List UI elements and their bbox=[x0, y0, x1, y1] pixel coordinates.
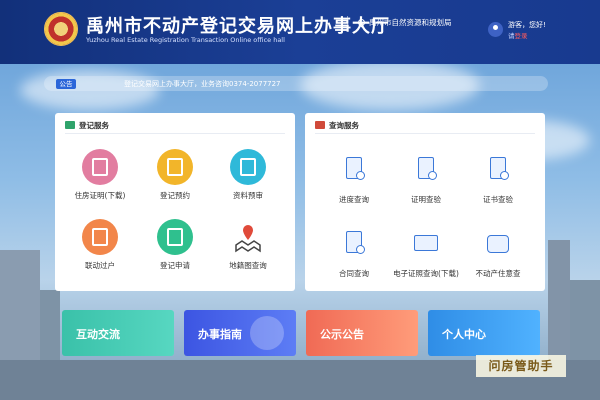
query-property[interactable]: 不动产住意查 bbox=[463, 227, 533, 279]
query-label: 合同查询 bbox=[339, 269, 369, 278]
card-interaction[interactable]: 互动交流 bbox=[62, 310, 174, 356]
location-text: 禹州市自然资源和规划局 bbox=[369, 18, 452, 27]
service-linked-transfer[interactable]: 联动过户 bbox=[65, 219, 135, 271]
location-pin-icon bbox=[356, 17, 367, 28]
service-label: 登记预约 bbox=[160, 191, 190, 200]
query-certificate-check[interactable]: 证书查验 bbox=[463, 153, 533, 205]
e-license-icon bbox=[408, 227, 444, 263]
card-personal-center[interactable]: 个人中心 bbox=[428, 310, 540, 356]
card-label: 互动交流 bbox=[76, 328, 120, 341]
query-heading: 查询服务 bbox=[315, 120, 359, 131]
site-subtitle: Yuzhou Real Estate Registration Transact… bbox=[86, 36, 285, 44]
card-announcement[interactable]: 公示公告 bbox=[306, 310, 418, 356]
service-application[interactable]: 登记申请 bbox=[140, 219, 210, 271]
login-prompt: 请登录 bbox=[508, 30, 528, 40]
certificate-check-icon bbox=[480, 153, 516, 189]
notice-badge: 公告 bbox=[56, 79, 76, 89]
registration-panel: 登记服务 住房证明(下载) 登记预约 资料预审 联动过户 登记申请 地籍图查询 bbox=[55, 113, 295, 291]
service-label: 地籍图查询 bbox=[229, 261, 267, 270]
service-label: 资料预审 bbox=[233, 191, 263, 200]
calendar-icon bbox=[157, 149, 193, 185]
person-illustration-icon bbox=[250, 316, 284, 350]
header-divider bbox=[347, 16, 348, 30]
greeting-text: 游客，您好! bbox=[508, 21, 546, 29]
flag-icon bbox=[65, 121, 75, 129]
house-certificate-icon bbox=[82, 149, 118, 185]
login-link[interactable]: 登录 bbox=[515, 32, 528, 40]
query-progress[interactable]: 进度查询 bbox=[319, 153, 389, 205]
contract-icon bbox=[336, 227, 372, 263]
site-header: 禹州市不动产登记交易网上办事大厅 Yuzhou Real Estate Regi… bbox=[0, 0, 600, 64]
query-e-license[interactable]: 电子证照查询(下载) bbox=[391, 227, 461, 279]
registration-heading: 登记服务 bbox=[65, 120, 109, 131]
service-label: 住房证明(下载) bbox=[74, 191, 126, 200]
application-icon bbox=[157, 219, 193, 255]
emblem-logo bbox=[44, 12, 78, 46]
notice-bar: 公告 登记交易网上办事大厅，业务咨询0374-2077727 bbox=[44, 76, 548, 91]
divider bbox=[65, 133, 285, 134]
watermark: 问房管助手 bbox=[476, 355, 566, 377]
service-house-certificate[interactable]: 住房证明(下载) bbox=[65, 149, 135, 201]
query-proof-check[interactable]: 证明查验 bbox=[391, 153, 461, 205]
service-label: 登记申请 bbox=[160, 261, 190, 270]
card-label: 公示公告 bbox=[320, 328, 364, 341]
notice-text[interactable]: 登记交易网上办事大厅，业务咨询0374-2077727 bbox=[124, 79, 281, 89]
card-label: 办事指南 bbox=[198, 328, 242, 341]
proof-check-icon bbox=[408, 153, 444, 189]
site-title: 禹州市不动产登记交易网上办事大厅 bbox=[86, 16, 390, 37]
document-review-icon bbox=[230, 149, 266, 185]
query-label: 证明查验 bbox=[411, 195, 441, 204]
property-icon bbox=[480, 227, 516, 263]
map-pin-icon bbox=[230, 219, 266, 255]
divider bbox=[315, 133, 535, 134]
location-label: 禹州市自然资源和规划局 bbox=[356, 17, 452, 28]
query-panel: 查询服务 进度查询 证明查验 证书查验 合同查询 电子证照查询(下载) 不动产住… bbox=[305, 113, 545, 291]
registration-title: 登记服务 bbox=[79, 121, 109, 130]
query-contract[interactable]: 合同查询 bbox=[319, 227, 389, 279]
avatar-icon[interactable] bbox=[488, 22, 503, 37]
service-cadastral-map[interactable]: 地籍图查询 bbox=[213, 219, 283, 271]
card-guide[interactable]: 办事指南 bbox=[184, 310, 296, 356]
service-appointment[interactable]: 登记预约 bbox=[140, 149, 210, 201]
query-label: 电子证照查询(下载) bbox=[393, 269, 459, 278]
query-label: 证书查验 bbox=[483, 195, 513, 204]
card-label: 个人中心 bbox=[442, 328, 486, 341]
transfer-icon bbox=[82, 219, 118, 255]
query-title: 查询服务 bbox=[329, 121, 359, 130]
service-pre-review[interactable]: 资料预审 bbox=[213, 149, 283, 201]
service-label: 联动过户 bbox=[85, 261, 115, 270]
query-label: 进度查询 bbox=[339, 195, 369, 204]
progress-icon bbox=[336, 153, 372, 189]
magazine-icon bbox=[315, 121, 325, 129]
user-area: 游客，您好! 请登录 bbox=[488, 19, 568, 43]
query-label: 不动产住意查 bbox=[475, 269, 521, 278]
